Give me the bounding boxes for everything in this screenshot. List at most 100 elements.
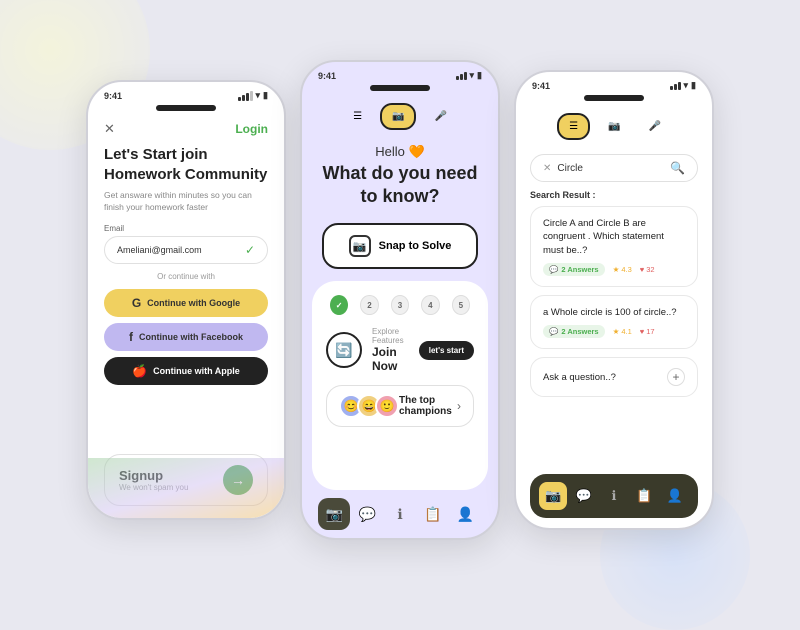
p2-white-card: ✓ 2 3 4 5 🔄 Explore Features Join Now [312,281,488,490]
champions-card: 😊 😄 🙂 The top champions › [326,385,474,427]
facebook-button[interactable]: f Continue with Facebook [104,323,268,351]
step-5: 5 [452,295,470,315]
mic-tab-icon-3: 🎤 [648,121,660,132]
likes-2: ♥ 17 [640,327,655,336]
p2-tab-text[interactable]: ☰ [343,105,372,128]
answer-icon-1: 💬 [549,265,558,274]
time-3: 9:41 [532,81,550,91]
card-2-meta: 💬 2 Answers ★ 4.1 ♥ 17 [543,325,685,338]
chevron-right-icon[interactable]: › [457,399,461,413]
ask-question-card[interactable]: Ask a question..? + [530,357,698,397]
wifi-icon-2: ▾ [470,70,475,81]
feature-title: Join Now [372,345,409,373]
p3-nav-camera[interactable]: 📷 [539,482,567,510]
champions-label: The top champions [399,395,457,417]
p3-nav-info[interactable]: ℹ [600,482,628,510]
feature-text: Explore Features Join Now [362,327,419,373]
search-input[interactable]: Circle [557,163,664,174]
p3-tab-mic[interactable]: 🎤 [638,115,670,138]
result-card-2[interactable]: a Whole circle is 100 of circle..? 💬 2 A… [530,295,698,349]
p3-tab-camera[interactable]: 📷 [598,115,630,138]
battery-icon: ▮ [263,90,268,101]
p3-nav-profile[interactable]: 👤 [661,482,689,510]
p3-bottom-nav: 📷 💬 ℹ 📋 👤 [530,474,698,518]
signup-section: Signup We won't spam you → [104,454,268,506]
step-4: 4 [421,295,439,315]
status-icons-3: ▾ ▮ [670,80,696,91]
p2-question: What do you need to know? [322,162,478,207]
signup-subtitle: We won't spam you [119,483,188,492]
rating-1: ★ 4.3 [613,265,632,274]
p2-tab-mic[interactable]: 🎤 [424,105,456,128]
p1-subtitle: Get answare within minutes so you can fi… [104,190,268,214]
feature-row: 🔄 Explore Features Join Now let's start [326,327,474,373]
p3-nav-chat[interactable]: 💬 [570,482,598,510]
step-3: 3 [391,295,409,315]
apple-button[interactable]: 🍎 Continue with Apple [104,357,268,385]
clear-search-icon[interactable]: ✕ [543,163,551,174]
p2-hello: Hello 🧡 [302,144,498,160]
step-2: 2 [360,295,378,315]
feature-label: Explore Features [372,327,409,345]
signal-icon-3 [670,82,681,90]
phone-2: 9:41 ▾ ▮ ☰ 📷 [300,60,500,540]
text-tab-icon: ☰ [353,111,362,122]
status-icons-1: ▾ ▮ [238,90,268,101]
p1-title: Let's Start join Homework Community [104,145,268,184]
signup-arrow-button[interactable]: → [223,465,253,495]
avatar-3: 🙂 [375,394,399,418]
search-icon[interactable]: 🔍 [670,161,685,175]
status-bar-2: 9:41 ▾ ▮ [302,62,498,85]
email-label: Email [104,224,268,233]
nav-profile-button[interactable]: 👤 [450,498,482,530]
signal-icon-2 [456,72,467,80]
p3-nav-list[interactable]: 📋 [630,482,658,510]
time-2: 9:41 [318,71,336,81]
nav-camera-button[interactable]: 📷 [318,498,350,530]
notch-2 [370,85,430,91]
result-label: Search Result : [516,190,712,206]
p3-top-tabs: ☰ 📷 🎤 [532,107,696,146]
email-input[interactable]: Ameliani@gmail.com ✓ [104,236,268,264]
camera-icon: 📷 [349,235,371,257]
signal-icon [238,91,253,101]
p2-bottom-nav: 📷 💬 ℹ 📋 👤 [302,490,498,538]
facebook-icon: f [129,330,133,344]
star-icon-2: ★ [613,327,620,336]
apple-icon: 🍎 [132,364,147,378]
p2-tab-camera[interactable]: 📷 [380,103,416,130]
steps-indicator: ✓ 2 3 4 5 [326,295,474,315]
result-card-1[interactable]: Circle A and Circle B are congruent . Wh… [530,206,698,287]
camera-tab-icon: 📷 [392,111,404,122]
status-bar-1: 9:41 ▾ ▮ [88,82,284,105]
notch-3 [584,95,644,101]
answers-1: 💬 2 Answers [543,263,605,276]
p1-header: ✕ Login [88,117,284,145]
nav-chat-button[interactable]: 💬 [351,498,383,530]
mic-tab-icon: 🎤 [434,111,446,122]
login-button[interactable]: Login [235,122,268,136]
feature-icon: 🔄 [326,332,362,368]
notch-1 [156,105,216,111]
signup-title: Signup [119,468,188,483]
step-1: ✓ [330,295,348,315]
close-button[interactable]: ✕ [104,121,115,137]
snap-to-solve-button[interactable]: 📷 Snap to Solve [322,223,478,269]
time-1: 9:41 [104,91,122,101]
google-icon: G [132,296,141,310]
nav-info-button[interactable]: ℹ [384,498,416,530]
battery-icon-3: ▮ [691,80,696,91]
battery-icon-2: ▮ [477,70,482,81]
wifi-icon-3: ▾ [684,80,689,91]
lets-start-button[interactable]: let's start [419,341,474,360]
p1-content: Let's Start join Homework Community Get … [88,145,284,454]
p3-tab-text[interactable]: ☰ [557,113,590,140]
phone-1: 9:41 ▾ ▮ ✕ Login [86,80,286,520]
add-question-button[interactable]: + [667,368,685,386]
card-1-meta: 💬 2 Answers ★ 4.3 ♥ 32 [543,263,685,276]
wifi-icon: ▾ [256,90,261,101]
google-button[interactable]: G Continue with Google [104,289,268,317]
nav-list-button[interactable]: 📋 [417,498,449,530]
search-bar[interactable]: ✕ Circle 🔍 [530,154,698,182]
camera-tab-icon-3: 📷 [608,121,620,132]
